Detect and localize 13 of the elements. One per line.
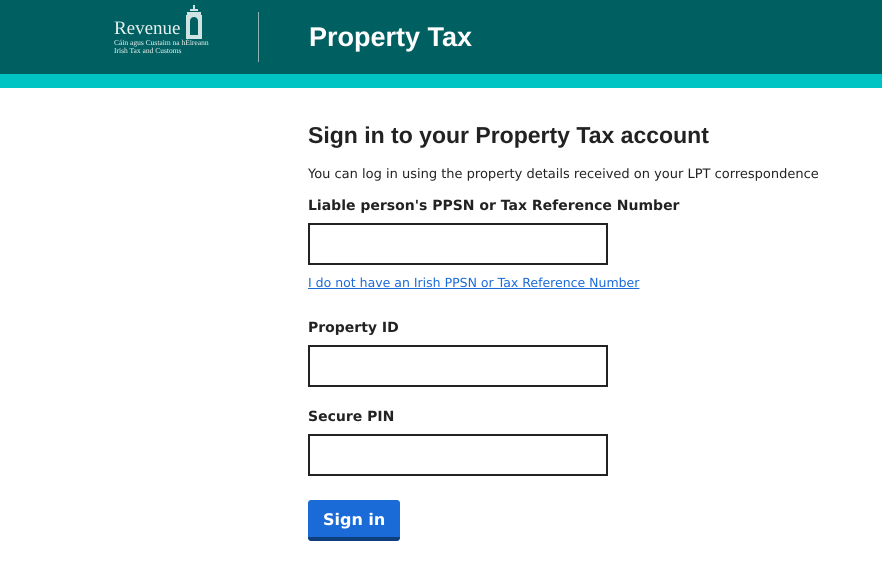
page-heading: Sign in to your Property Tax account bbox=[308, 122, 709, 149]
logo-name: Revenue bbox=[114, 19, 180, 39]
field-label: Liable person's PPSN or Tax Reference Number bbox=[308, 198, 680, 214]
building-icon bbox=[184, 5, 204, 39]
input-field[interactable] bbox=[308, 434, 608, 476]
sign-in-button[interactable]: Sign in bbox=[308, 500, 400, 541]
help-link[interactable]: I do not have an Irish PPSN or Tax Reference Number bbox=[308, 275, 640, 290]
site-title: Property Tax bbox=[309, 22, 472, 52]
input-field[interactable] bbox=[308, 345, 608, 387]
field-label: Secure PIN bbox=[308, 409, 394, 425]
field-label: Property ID bbox=[308, 320, 399, 336]
input-field[interactable] bbox=[308, 223, 608, 265]
intro-text: You can log in using the property details received on your LPT correspondence bbox=[308, 167, 819, 182]
